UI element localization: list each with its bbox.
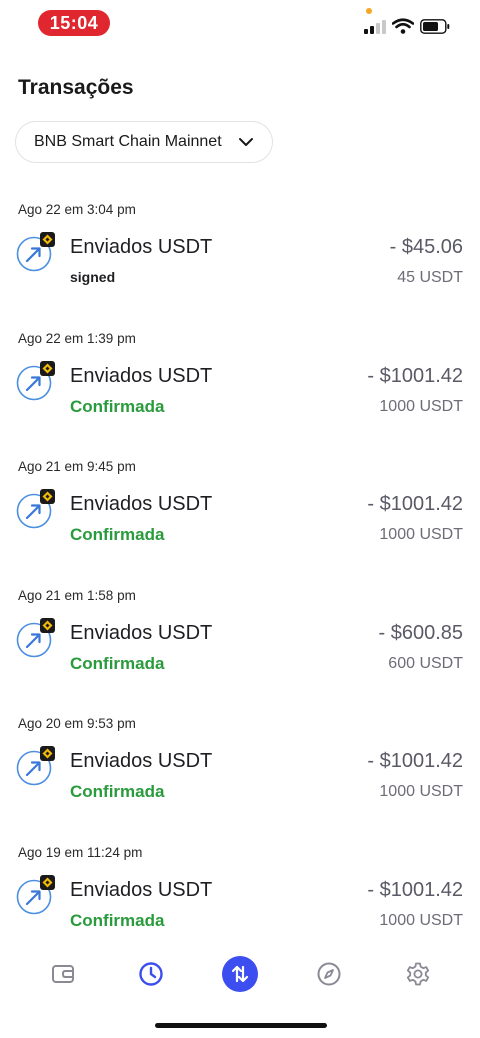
transaction-fiat-amount: - $600.85: [378, 621, 463, 644]
transaction-title: Enviados USDT: [70, 364, 213, 387]
transaction-crypto-amount: 1000 USDT: [379, 911, 463, 929]
compass-icon: [317, 962, 341, 986]
transaction-fiat-amount: - $1001.42: [367, 750, 463, 773]
transaction-date: Ago 22 em 1:39 pm: [18, 330, 136, 346]
swap-arrows-icon: [231, 965, 249, 983]
transaction-list: Ago 22 em 3:04 pm Enviados USDT signed -…: [0, 178, 480, 950]
cellular-signal-icon: [364, 20, 386, 34]
chevron-down-icon: [239, 138, 253, 146]
transaction-crypto-amount: 1000 USDT: [379, 783, 463, 801]
transaction-date: Ago 22 em 3:04 pm: [18, 202, 136, 217]
transaction-crypto-amount: 1000 USDT: [379, 397, 463, 415]
battery-icon: [420, 19, 450, 34]
wallet-icon: [52, 965, 74, 983]
sent-arrow-icon: [16, 489, 55, 529]
transaction-date: Ago 21 em 1:58 pm: [18, 587, 136, 603]
transaction-item[interactable]: Ago 19 em 11:24 pm Enviados USDT Confirm…: [0, 821, 480, 950]
bnb-token-badge-icon: [40, 360, 55, 376]
page-title: Transações: [18, 76, 134, 99]
network-dropdown[interactable]: BNB Smart Chain Mainnet: [15, 121, 273, 163]
bottom-nav: [0, 948, 480, 1000]
transaction-title: Enviados USDT: [70, 493, 213, 516]
clock-icon: [139, 962, 163, 986]
bnb-token-badge-icon: [40, 617, 55, 633]
transaction-date: Ago 19 em 11:24 pm: [18, 844, 143, 860]
nav-wallet[interactable]: [45, 956, 81, 992]
bnb-token-badge-icon: [40, 489, 55, 505]
transaction-item[interactable]: Ago 22 em 3:04 pm Enviados USDT signed -…: [0, 178, 480, 307]
transaction-fiat-amount: - $1001.42: [367, 364, 463, 387]
transaction-fiat-amount: - $1001.42: [367, 493, 463, 516]
transaction-fiat-amount: - $1001.42: [367, 878, 463, 901]
transaction-item[interactable]: Ago 22 em 1:39 pm Enviados USDT Confirma…: [0, 307, 480, 436]
status-bar: 15:04: [0, 0, 480, 46]
sent-arrow-icon: [16, 360, 55, 400]
bnb-token-badge-icon: [40, 746, 55, 762]
transaction-title: Enviados USDT: [70, 878, 213, 901]
sent-arrow-icon: [16, 874, 55, 915]
transaction-status: Confirmada: [70, 396, 165, 416]
transaction-status: signed: [70, 269, 116, 285]
privacy-indicator-dot: [366, 8, 372, 14]
transaction-item[interactable]: Ago 20 em 9:53 pm Enviados USDT Confirma…: [0, 692, 480, 821]
transaction-item[interactable]: Ago 21 em 9:45 pm Enviados USDT Confirma…: [0, 435, 480, 564]
transaction-status: Confirmada: [70, 653, 165, 673]
nav-explore[interactable]: [311, 956, 347, 992]
nav-activity[interactable]: [133, 956, 169, 992]
gear-icon: [406, 962, 430, 986]
wifi-icon: [392, 18, 414, 34]
transaction-crypto-amount: 45 USDT: [397, 269, 463, 286]
transaction-crypto-amount: 600 USDT: [388, 654, 463, 672]
home-indicator[interactable]: [155, 1023, 327, 1028]
nav-swap[interactable]: [222, 956, 258, 992]
sent-arrow-icon: [16, 617, 55, 658]
transaction-title: Enviados USDT: [70, 750, 213, 773]
bnb-token-badge-icon: [40, 874, 55, 890]
transaction-fiat-amount: - $45.06: [389, 236, 463, 258]
transaction-title: Enviados USDT: [70, 236, 213, 258]
sent-arrow-icon: [16, 746, 55, 786]
nav-settings[interactable]: [400, 956, 436, 992]
transaction-crypto-amount: 1000 USDT: [379, 526, 463, 544]
transaction-date: Ago 20 em 9:53 pm: [18, 716, 136, 732]
bnb-token-badge-icon: [40, 232, 55, 247]
transaction-status: Confirmada: [70, 910, 165, 930]
sent-arrow-icon: [16, 232, 55, 272]
status-time: 15:04: [38, 10, 110, 36]
transaction-status: Confirmada: [70, 525, 165, 545]
transaction-title: Enviados USDT: [70, 621, 213, 644]
network-dropdown-label: BNB Smart Chain Mainnet: [34, 133, 222, 150]
transaction-date: Ago 21 em 9:45 pm: [18, 459, 136, 475]
transaction-item[interactable]: Ago 21 em 1:58 pm Enviados USDT Confirma…: [0, 564, 480, 693]
transaction-status: Confirmada: [70, 782, 165, 802]
